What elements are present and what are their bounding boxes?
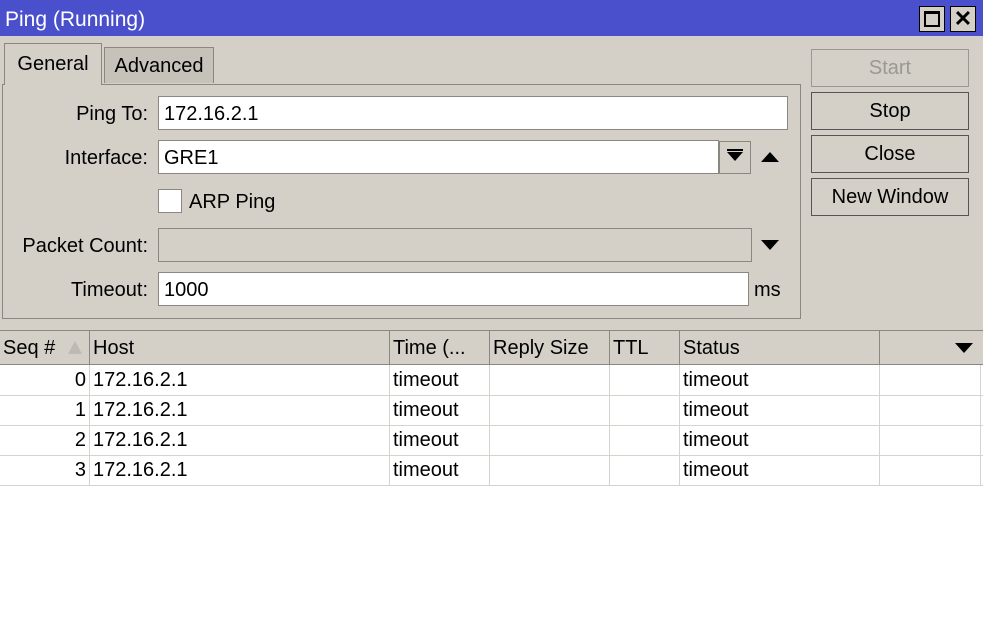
timeout-unit: ms <box>754 279 781 301</box>
column-host-label: Host <box>93 337 135 359</box>
column-seq-label: Seq # <box>3 337 56 359</box>
tab-advanced[interactable]: Advanced <box>104 47 214 83</box>
packet-count-label: Packet Count: <box>22 235 148 257</box>
title-bar[interactable]: Ping (Running) ✕ <box>0 0 983 36</box>
host-value: 172.16.2.1 <box>93 399 188 421</box>
cell-ttl <box>610 425 680 455</box>
timeout-label: Timeout: <box>70 279 148 301</box>
column-status-label: Status <box>683 337 740 359</box>
expand-down-icon[interactable] <box>761 240 779 250</box>
cell-seq: 2 <box>0 425 90 455</box>
sort-ascending-icon <box>68 341 82 354</box>
ping-to-label: Ping To: <box>76 103 148 125</box>
column-seq[interactable]: Seq # <box>0 331 90 364</box>
results-table: Seq # Host Time (... Reply Size TTL Stat… <box>0 330 983 635</box>
cell-ttl <box>610 395 680 425</box>
host-value: 172.16.2.1 <box>93 369 188 391</box>
cell-extra <box>880 425 981 455</box>
arp-ping-checkbox[interactable] <box>158 189 182 213</box>
cell-seq: 3 <box>0 455 90 485</box>
cell-extra <box>880 395 981 425</box>
time-value: timeout <box>393 429 459 451</box>
interface-dropdown-button[interactable] <box>719 141 751 174</box>
column-ttl[interactable]: TTL <box>610 331 680 364</box>
cell-host: 172.16.2.1 <box>90 455 390 485</box>
column-reply-size-label: Reply Size <box>493 337 589 359</box>
column-status[interactable]: Status <box>680 331 880 364</box>
time-value: timeout <box>393 369 459 391</box>
time-value: timeout <box>393 459 459 481</box>
cell-host: 172.16.2.1 <box>90 395 390 425</box>
host-value: 172.16.2.1 <box>93 459 188 481</box>
start-button[interactable]: Start <box>811 49 969 87</box>
cell-reply-size <box>490 455 610 485</box>
column-time-label: Time (... <box>393 337 466 359</box>
arp-ping-label: ARP Ping <box>189 191 276 213</box>
column-time[interactable]: Time (... <box>390 331 490 364</box>
status-value: timeout <box>683 429 749 451</box>
table-header: Seq # Host Time (... Reply Size TTL Stat… <box>0 331 983 365</box>
cell-time: timeout <box>390 425 490 455</box>
column-menu-icon[interactable] <box>955 343 973 353</box>
interface-value: GRE1 <box>164 147 219 169</box>
cell-ttl <box>610 365 680 395</box>
cell-extra <box>880 365 981 395</box>
time-value: timeout <box>393 399 459 421</box>
cell-ttl <box>610 455 680 485</box>
close-button[interactable]: Close <box>811 135 969 173</box>
column-host[interactable]: Host <box>90 331 390 364</box>
status-value: timeout <box>683 459 749 481</box>
cell-time: timeout <box>390 455 490 485</box>
cell-reply-size <box>490 365 610 395</box>
new-window-button[interactable]: New Window <box>811 178 969 216</box>
tab-general-label: General <box>17 53 89 75</box>
table-row[interactable]: 2 172.16.2.1 timeout timeout <box>0 425 983 456</box>
cell-host: 172.16.2.1 <box>90 365 390 395</box>
ping-to-input[interactable]: 172.16.2.1 <box>158 96 788 130</box>
stop-button[interactable]: Stop <box>811 92 969 130</box>
packet-count-input[interactable] <box>158 228 752 262</box>
cell-reply-size <box>490 395 610 425</box>
seq-value: 3 <box>74 459 86 481</box>
status-value: timeout <box>683 399 749 421</box>
close-window-button[interactable]: ✕ <box>950 6 976 32</box>
cell-seq: 0 <box>0 365 90 395</box>
interface-select[interactable]: GRE1 <box>158 140 719 174</box>
column-reply-size[interactable]: Reply Size <box>490 331 610 364</box>
maximize-icon <box>924 11 940 27</box>
interface-label: Interface: <box>64 147 148 169</box>
table-row[interactable]: 3 172.16.2.1 timeout timeout <box>0 455 983 486</box>
cell-time: timeout <box>390 365 490 395</box>
cell-reply-size <box>490 425 610 455</box>
cell-time: timeout <box>390 395 490 425</box>
dropdown-bar-icon <box>727 149 743 151</box>
timeout-input[interactable]: 1000 <box>158 272 749 306</box>
collapse-up-icon[interactable] <box>761 152 779 162</box>
tab-advanced-label: Advanced <box>114 55 204 77</box>
seq-value: 0 <box>74 369 86 391</box>
cell-status: timeout <box>680 455 880 485</box>
cell-host: 172.16.2.1 <box>90 425 390 455</box>
timeout-value: 1000 <box>164 279 209 301</box>
column-ttl-label: TTL <box>613 337 649 359</box>
close-icon: ✕ <box>953 6 973 31</box>
cell-extra <box>880 455 981 485</box>
seq-value: 1 <box>74 399 86 421</box>
dropdown-arrow-icon <box>727 152 743 161</box>
window-title: Ping (Running) <box>5 8 146 31</box>
status-value: timeout <box>683 369 749 391</box>
cell-status: timeout <box>680 395 880 425</box>
cell-status: timeout <box>680 425 880 455</box>
table-row[interactable]: 0 172.16.2.1 timeout timeout <box>0 365 983 396</box>
ping-to-value: 172.16.2.1 <box>164 103 259 125</box>
ping-window: Ping (Running) ✕ General Advanced Ping T… <box>0 0 983 635</box>
tab-general[interactable]: General <box>4 43 102 85</box>
cell-seq: 1 <box>0 395 90 425</box>
cell-status: timeout <box>680 365 880 395</box>
host-value: 172.16.2.1 <box>93 429 188 451</box>
maximize-button[interactable] <box>919 6 945 32</box>
seq-value: 2 <box>74 429 86 451</box>
table-row[interactable]: 1 172.16.2.1 timeout timeout <box>0 395 983 426</box>
